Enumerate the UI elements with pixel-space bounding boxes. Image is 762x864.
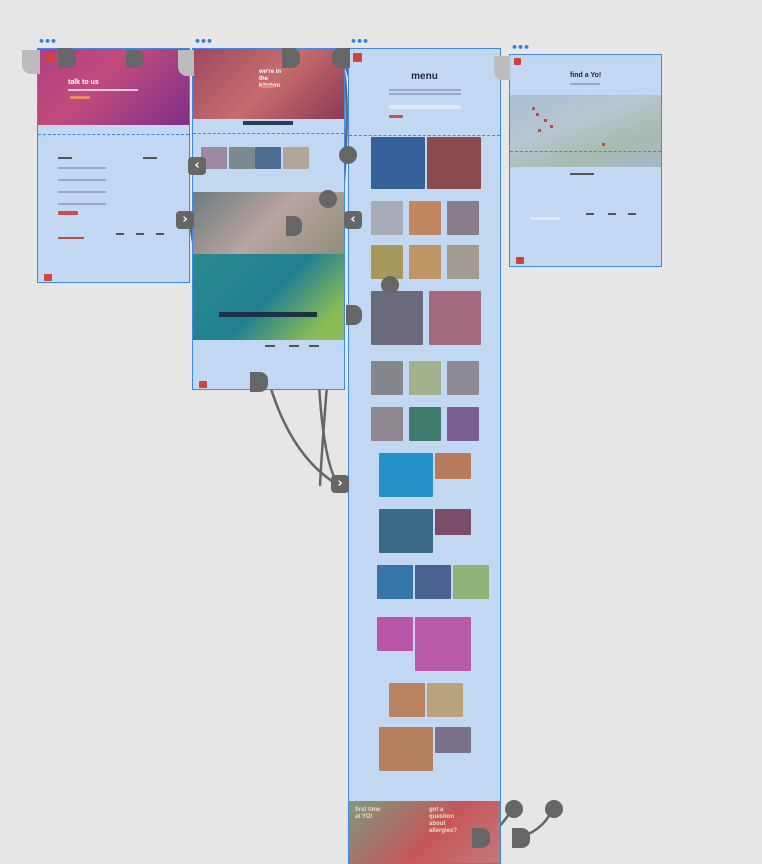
connector-endpoint-icon[interactable] bbox=[505, 800, 523, 818]
board-contact-more-icon[interactable]: ••• bbox=[38, 36, 57, 47]
store-map[interactable] bbox=[510, 95, 661, 167]
connector-handle-icon[interactable] bbox=[472, 828, 490, 848]
board-contact[interactable]: talk to us bbox=[37, 48, 190, 283]
connector-handle-icon[interactable] bbox=[346, 305, 362, 325]
connector-endpoint-icon[interactable] bbox=[339, 146, 357, 164]
connector-handle-icon[interactable] bbox=[22, 50, 40, 74]
board-menu-more-icon[interactable]: ••• bbox=[350, 36, 369, 47]
menu-filter-button[interactable] bbox=[389, 115, 403, 118]
logo-icon bbox=[516, 257, 524, 264]
connector-handle-icon[interactable] bbox=[250, 372, 268, 392]
chevron-right-icon[interactable]: › bbox=[176, 211, 194, 229]
logo-icon bbox=[199, 381, 207, 388]
connector-handle-icon[interactable] bbox=[332, 48, 350, 68]
logo-icon bbox=[353, 53, 362, 62]
logo-icon bbox=[514, 58, 521, 65]
board-find[interactable]: find a Yo! bbox=[509, 54, 662, 267]
connector-handle-icon[interactable] bbox=[494, 56, 510, 80]
board-sushi[interactable]: we're in the kitchen bbox=[192, 48, 345, 390]
logo-icon bbox=[46, 53, 55, 62]
connector-endpoint-icon[interactable] bbox=[381, 276, 399, 294]
chevron-left-icon[interactable]: ‹ bbox=[344, 211, 362, 229]
connector-handle-icon[interactable] bbox=[178, 50, 194, 76]
board-sushi-more-icon[interactable]: ••• bbox=[194, 36, 213, 47]
connector-handle-icon[interactable] bbox=[286, 216, 302, 236]
connector-endpoint-icon[interactable] bbox=[545, 800, 563, 818]
menu-title: menu bbox=[411, 71, 438, 82]
contact-submit-button[interactable] bbox=[58, 211, 78, 215]
connector-handle-icon[interactable] bbox=[126, 50, 144, 68]
board-find-more-icon[interactable]: ••• bbox=[511, 42, 530, 53]
board-menu[interactable]: menu first time at YO! got a question ab… bbox=[348, 48, 501, 864]
chevron-right-icon[interactable]: › bbox=[331, 475, 349, 493]
chevron-left-icon[interactable]: ‹ bbox=[188, 157, 206, 175]
connector-handle-icon[interactable] bbox=[58, 48, 76, 68]
contact-hero-title: talk to us bbox=[68, 79, 99, 86]
connector-endpoint-icon[interactable] bbox=[319, 190, 337, 208]
sushi-hero: we're in the kitchen bbox=[193, 49, 344, 119]
logo-icon bbox=[44, 274, 52, 281]
sushi-teal-banner bbox=[193, 254, 344, 340]
find-title: find a Yo! bbox=[570, 72, 602, 79]
connector-handle-icon[interactable] bbox=[512, 828, 530, 848]
connector-handle-icon[interactable] bbox=[282, 48, 300, 68]
